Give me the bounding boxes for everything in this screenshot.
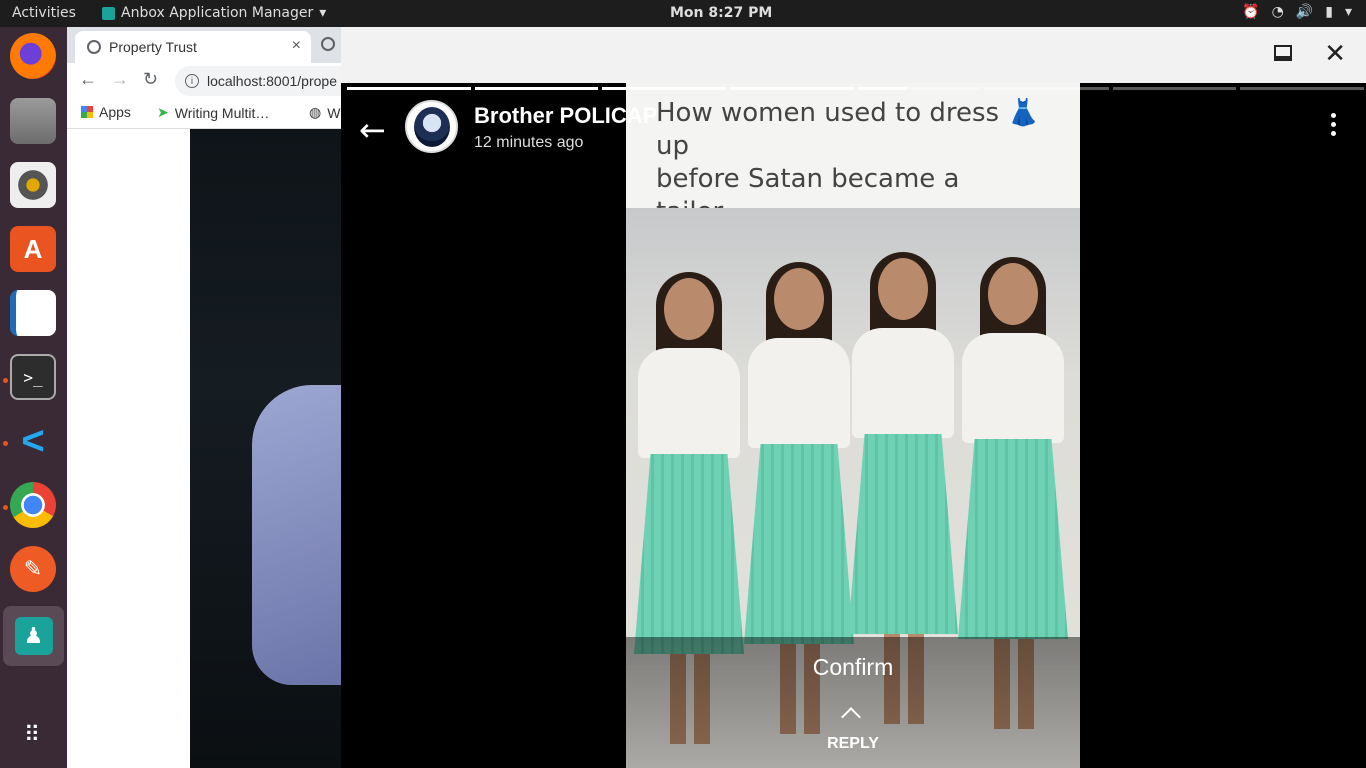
status-progress-bar	[347, 87, 1364, 90]
bookmark-label: Writing Multit…	[174, 104, 270, 121]
wifi-icon[interactable]: ◔	[1272, 4, 1284, 20]
volume-icon[interactable]: 🔊	[1296, 4, 1313, 20]
software-icon[interactable]: A	[10, 226, 56, 272]
bookmarks-bar: Apps ➤ Writing Multit… ◍ W	[67, 99, 367, 129]
close-window-icon[interactable]: ✕	[1324, 39, 1346, 69]
caption-line: How women used to dress 👗 up	[656, 98, 1040, 161]
tab-strip: Property Trust ×	[67, 27, 367, 63]
writer-icon[interactable]	[10, 290, 56, 336]
alarm-icon[interactable]: ⏰	[1242, 4, 1259, 20]
apps-grid-icon	[81, 106, 93, 118]
avatar-image	[413, 106, 450, 147]
globe-icon	[87, 40, 101, 54]
reload-icon[interactable]: ↻	[143, 69, 158, 90]
globe-icon: ◍	[309, 104, 322, 120]
reply-button[interactable]: REPLY	[626, 735, 1080, 753]
ubuntu-dock: A >_ < ✎ ♟ ⠿	[0, 27, 67, 768]
progress-segment	[729, 87, 854, 90]
more-options-icon[interactable]	[1331, 113, 1336, 136]
app-menu[interactable]: Anbox Application Manager ▾	[102, 5, 326, 21]
bookmark-label: W	[327, 104, 341, 121]
window-titlebar: ✕	[341, 27, 1366, 83]
chevron-down-icon[interactable]: ▾	[1345, 4, 1352, 20]
firefox-icon[interactable]	[10, 33, 56, 79]
browser-toolbar: ← → ↻ i localhost:8001/prope	[67, 63, 375, 99]
progress-segment	[1240, 87, 1364, 90]
clock[interactable]: Mon 8:27 PM	[670, 5, 772, 21]
progress-segment	[1112, 87, 1237, 90]
running-indicator	[3, 441, 8, 446]
anbox-window: ✕ How women used to dress 👗 up before Sa…	[341, 27, 1366, 768]
progress-segment	[347, 87, 471, 90]
bookmark-w[interactable]: ◍ W	[309, 104, 340, 121]
forward-icon[interactable]: →	[111, 69, 129, 90]
system-tray[interactable]: ⏰ ◔ 🔊 ▮ ▾	[1242, 4, 1352, 20]
progress-segment	[857, 87, 982, 90]
gnome-top-bar: Activities Anbox Application Manager ▾ M…	[0, 0, 1366, 27]
page-content	[67, 129, 367, 768]
back-arrow-icon[interactable]: ←	[359, 111, 386, 149]
anbox-app-icon	[102, 6, 115, 20]
running-indicator	[3, 378, 8, 383]
close-tab-icon[interactable]: ×	[292, 37, 301, 55]
show-apps-icon[interactable]: ⠿	[10, 712, 56, 758]
rhythmbox-icon[interactable]	[10, 162, 56, 208]
bookmark-apps[interactable]: Apps	[81, 104, 131, 120]
running-indicator	[3, 505, 8, 510]
activities-button[interactable]: Activities	[12, 5, 76, 21]
info-icon[interactable]: i	[185, 74, 199, 88]
anbox-icon[interactable]: ♟	[3, 606, 64, 666]
status-time: 12 minutes ago	[474, 134, 584, 151]
bookmark-label: Apps	[99, 104, 131, 120]
app-menu-label: Anbox Application Manager	[121, 5, 314, 21]
bookmark-icon: ➤	[157, 104, 169, 120]
bookmark-writing[interactable]: ➤ Writing Multit…	[157, 104, 269, 121]
avatar[interactable]	[405, 100, 458, 153]
vscode-icon[interactable]: <	[10, 418, 56, 464]
restore-window-icon[interactable]	[1274, 45, 1292, 61]
progress-segment	[985, 87, 1109, 90]
chrome-icon[interactable]	[10, 482, 56, 528]
battery-icon[interactable]: ▮	[1325, 4, 1333, 20]
contact-name: Brother POLICAP	[474, 103, 658, 128]
progress-segment	[602, 87, 726, 90]
status-caption: How women used to dress 👗 up before Sata…	[626, 83, 1080, 257]
globe-icon[interactable]	[321, 37, 335, 51]
progress-segment	[474, 87, 599, 90]
browser-tab[interactable]: Property Trust ×	[75, 31, 311, 63]
terminal-icon[interactable]: >_	[10, 354, 56, 400]
tab-title: Property Trust	[109, 39, 197, 55]
back-icon[interactable]: ←	[79, 69, 97, 90]
url-text: localhost:8001/prope	[207, 73, 337, 89]
files-icon[interactable]	[10, 98, 56, 144]
postman-icon[interactable]: ✎	[10, 546, 56, 592]
chevron-down-icon: ▾	[319, 5, 327, 21]
confirm-button[interactable]: Confirm	[626, 654, 1080, 681]
chrome-window: Property Trust × ← → ↻ i localhost:8001/…	[67, 27, 375, 768]
